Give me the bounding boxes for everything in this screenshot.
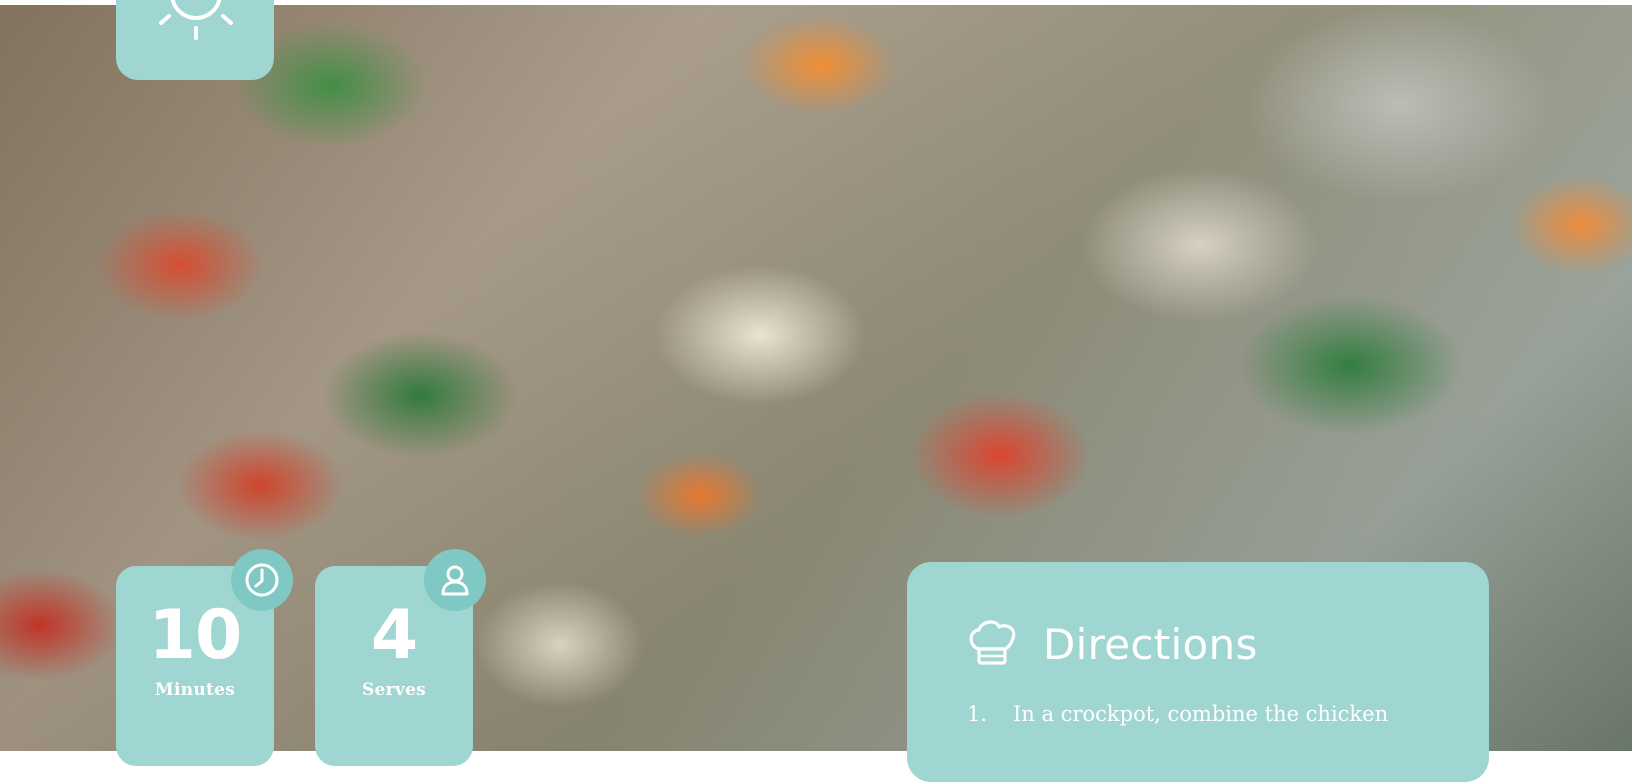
direction-step: 1. In a crockpot, combine the chicken: [967, 702, 1467, 726]
directions-header: Directions: [965, 616, 1258, 672]
step-text: In a crockpot, combine the chicken: [1013, 702, 1389, 726]
clock-icon: [245, 563, 279, 597]
logo-tab[interactable]: [116, 0, 274, 80]
sun-icon: [159, 0, 233, 40]
chef-hat-icon: [969, 620, 1016, 665]
serves-label: Serves: [361, 680, 427, 700]
time-label: Minutes: [154, 680, 236, 700]
directions-list: 1. In a crockpot, combine the chicken: [967, 702, 1467, 726]
directions-card: Directions 1. In a crockpot, combine the…: [907, 562, 1489, 782]
directions-title: Directions: [1043, 619, 1258, 669]
step-number: 1.: [967, 702, 988, 726]
person-icon: [441, 565, 469, 596]
person-badge: [424, 549, 486, 611]
clock-badge: [231, 549, 293, 611]
